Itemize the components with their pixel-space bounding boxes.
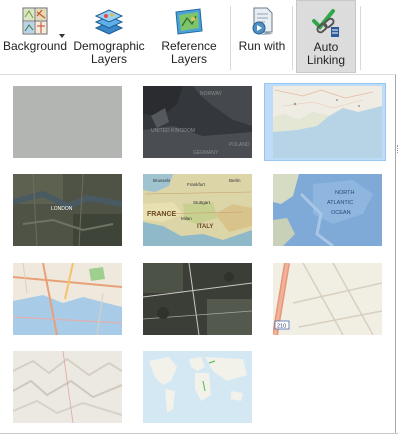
basemap-thumb-light-gray[interactable] xyxy=(13,86,122,158)
map-label: ITALY xyxy=(197,224,213,230)
basemap-thumb-topographic[interactable] xyxy=(273,86,382,158)
map-label: Stuttgart xyxy=(193,200,211,205)
reference-layers-button[interactable]: Reference Layers xyxy=(152,0,226,73)
demographic-layers-label: Demographic Layers xyxy=(73,40,144,66)
basemap-grid-icon xyxy=(20,6,50,38)
chain-link-check-icon xyxy=(311,7,341,39)
basemap-thumb-world-oceans-light[interactable] xyxy=(143,351,252,423)
basemap-thumb-openstreetmap[interactable]: 210 xyxy=(273,263,382,335)
map-label: OCEAN xyxy=(331,210,351,216)
chevron-down-icon[interactable] xyxy=(59,34,65,38)
map-label: Frankfurt xyxy=(187,182,206,187)
basemap-thumb-streets[interactable] xyxy=(13,263,122,335)
auto-linking-label-line2: Linking xyxy=(306,53,346,67)
basemap-thumb-oceans[interactable]: NORTH ATLANTIC OCEAN xyxy=(273,174,382,246)
demographic-layers-label-line2: Layers xyxy=(90,52,128,66)
ribbon-toolbar: Background Demographic Layers Reference … xyxy=(0,0,402,74)
map-label: Berlin xyxy=(229,178,241,183)
demographic-layers-button[interactable]: Demographic Layers xyxy=(70,0,148,73)
basemap-thumb-imagery[interactable]: LONDON xyxy=(13,174,122,246)
auto-linking-label: Auto Linking xyxy=(307,41,345,67)
ribbon-separator xyxy=(230,6,231,70)
run-with-label: Run with xyxy=(238,39,286,53)
map-label: NORTH xyxy=(335,190,354,196)
map-label: NORWAY xyxy=(200,91,223,97)
resize-grip[interactable] xyxy=(397,145,401,153)
reference-layers-label: Reference Layers xyxy=(161,40,216,66)
layers-stack-icon xyxy=(94,6,124,38)
basemap-thumb-imagery-hybrid[interactable] xyxy=(143,263,252,335)
map-layer-icon xyxy=(174,6,204,38)
ribbon-separator xyxy=(360,6,361,70)
reference-layers-label-line2: Layers xyxy=(170,52,208,66)
map-label: Milan xyxy=(181,216,192,221)
auto-linking-button[interactable]: Auto Linking xyxy=(296,0,356,73)
map-label: FRANCE xyxy=(147,211,176,218)
map-label: GERMANY xyxy=(193,150,219,156)
document-run-icon xyxy=(247,6,277,38)
map-label: 210 xyxy=(277,324,286,330)
basemap-thumb-national-geographic[interactable]: FRANCE ITALY Frankfurt Stuttgart Brussel… xyxy=(143,174,252,246)
map-label: Brussels xyxy=(153,178,171,183)
run-with-button[interactable]: Run with xyxy=(236,0,288,73)
map-label: ATLANTIC xyxy=(327,200,353,206)
map-label: UNITED KINGDOM xyxy=(151,128,195,134)
ribbon-separator xyxy=(292,6,293,70)
map-label: POLAND xyxy=(229,142,250,148)
basemap-thumb-terrain[interactable] xyxy=(13,351,122,423)
background-label: Background xyxy=(2,39,68,53)
map-label: LONDON xyxy=(51,206,73,212)
gallery-bottom-border xyxy=(0,433,398,434)
basemap-thumb-dark-gray[interactable]: NORWAY UNITED KINGDOM POLAND GERMANY xyxy=(143,86,252,158)
